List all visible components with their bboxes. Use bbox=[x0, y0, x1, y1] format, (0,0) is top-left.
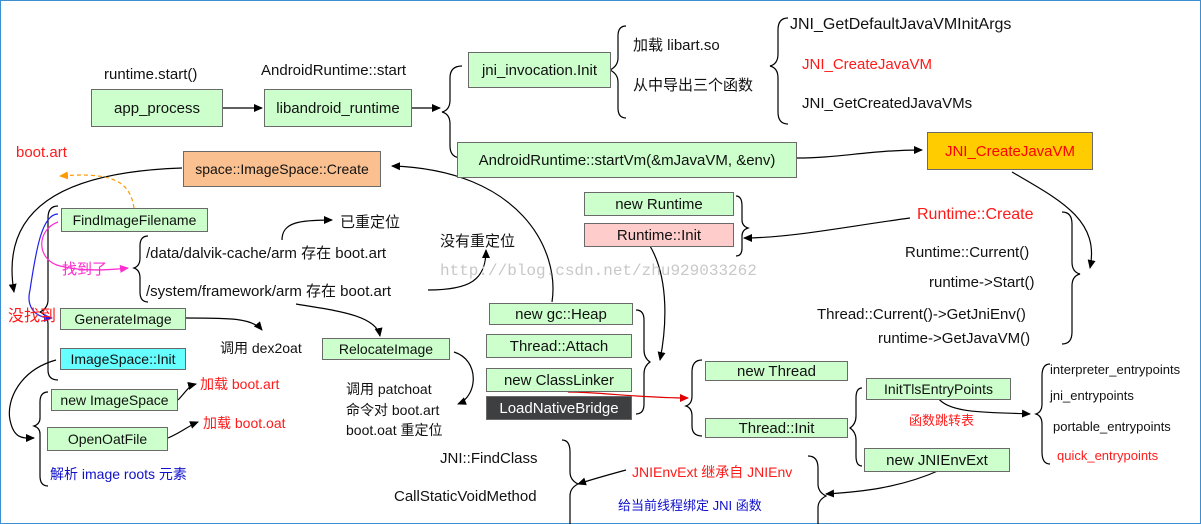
bind-jni-funcs-label: 给当前线程绑定 JNI 函数 bbox=[618, 498, 762, 513]
load-native-bridge-box: LoadNativeBridge bbox=[486, 396, 632, 420]
libandroid-runtime-box: libandroid_runtime bbox=[264, 89, 412, 127]
not-found-label: 没找到 bbox=[8, 308, 57, 325]
runtime-current-label: Runtime::Current() bbox=[905, 244, 1030, 261]
new-class-linker-box: new ClassLinker bbox=[486, 368, 632, 392]
already-relocated-label: 已重定位 bbox=[340, 214, 401, 231]
jni-ep-label: jni_entrypoints bbox=[1050, 388, 1134, 403]
func-jump-table-label: 函数跳转表 bbox=[909, 413, 975, 428]
get-default-args-label: JNI_GetDefaultJavaVMInitArgs bbox=[790, 16, 1012, 33]
new-gc-heap-box: new gc::Heap bbox=[489, 303, 633, 325]
brace-heap-group bbox=[635, 309, 652, 415]
init-tls-entry-points-box: InitTlsEntryPoints bbox=[866, 378, 1011, 400]
generate-image-box: GenerateImage bbox=[60, 308, 186, 330]
get-javavm-label: runtime->GetJavaVM() bbox=[878, 330, 1031, 347]
brace-jni-invocation bbox=[608, 25, 627, 119]
android-runtime-start-label: AndroidRuntime::start bbox=[261, 62, 407, 79]
brace-left-main bbox=[38, 205, 59, 381]
load-boot-art-label: 加载 boot.art bbox=[200, 376, 280, 392]
get-created-vms-label: JNI_GetCreatedJavaVMs bbox=[802, 95, 973, 112]
patchoat-line3: boot.oat 重定位 bbox=[346, 422, 443, 438]
arrow-runtime-create-left bbox=[743, 217, 911, 242]
jni-env-ext-inherit-label: JNIEnvExt 继承自 JNIEnv bbox=[632, 464, 793, 480]
patchoat-line1: 调用 patchoat bbox=[346, 381, 432, 397]
call-static-void-label: CallStaticVoidMethod bbox=[394, 488, 537, 505]
portable-ep-label: portable_entrypoints bbox=[1053, 419, 1171, 434]
runtime-start-label: runtime.start() bbox=[104, 66, 198, 83]
load-boot-oat-label: 加载 boot.oat bbox=[203, 415, 286, 431]
quick-ep-label: quick_entrypoints bbox=[1057, 448, 1159, 463]
boot-art-label: boot.art bbox=[16, 144, 67, 161]
brace-runtime bbox=[735, 195, 750, 257]
new-image-space-box: new ImageSpace bbox=[51, 389, 178, 411]
start-vm-box: AndroidRuntime::startVm(&mJavaVM, &env) bbox=[457, 142, 797, 178]
image-space-init-box: ImageSpace::Init bbox=[60, 348, 186, 370]
found-label: 找到了 bbox=[62, 261, 108, 278]
brace-runtime-create-list bbox=[1061, 211, 1081, 345]
brace-entrypoints bbox=[1034, 363, 1051, 465]
patchoat-line2: 命令对 boot.art bbox=[346, 402, 440, 418]
jni-invocation-init-box: jni_invocation.Init bbox=[468, 52, 611, 88]
system-framework-path: /system/framework/arm 存在 boot.art bbox=[146, 283, 392, 300]
runtime-start-call-label: runtime->Start() bbox=[929, 274, 1035, 291]
app-process-box: app_process bbox=[91, 89, 223, 127]
runtime-init-box: Runtime::Init bbox=[584, 223, 734, 247]
export-three-label: 从中导出三个函数 bbox=[633, 77, 754, 94]
thread-attach-box: Thread::Attach bbox=[486, 334, 632, 358]
find-image-filename-box: FindImageFilename bbox=[61, 208, 208, 232]
not-relocated-label: 没有重定位 bbox=[440, 233, 516, 250]
jni-find-class-label: JNI::FindClass bbox=[440, 450, 538, 467]
jni-create-javavm-box: JNI_CreateJavaVM bbox=[927, 132, 1093, 170]
arrow-to-dex2oat bbox=[185, 317, 263, 331]
new-thread-box: new Thread bbox=[705, 361, 848, 381]
arrow-envext-left bbox=[577, 469, 627, 486]
brace-bottom-left bbox=[561, 439, 580, 524]
relocate-image-box: RelocateImage bbox=[322, 338, 450, 360]
image-space-create-box: space::ImageSpace::Create bbox=[183, 151, 381, 187]
open-oat-file-box: OpenOatFile bbox=[47, 427, 168, 451]
brace-bottom-right bbox=[807, 455, 828, 524]
arrow-to-relocate bbox=[295, 303, 383, 337]
brace-thread bbox=[684, 359, 703, 437]
new-jni-env-ext-box: new JNIEnvExt bbox=[864, 448, 1010, 472]
brace-thread-init bbox=[848, 387, 863, 467]
get-jni-env-label: Thread::Current()->GetJniEnv() bbox=[817, 306, 1026, 323]
new-runtime-box: new Runtime bbox=[584, 192, 734, 216]
call-dex2oat-label: 调用 dex2oat bbox=[220, 340, 302, 356]
arrow-startvm-to-create bbox=[796, 146, 923, 159]
brace-three-functions bbox=[769, 17, 789, 125]
runtime-create-label: Runtime::Create bbox=[917, 206, 1034, 223]
watermark: http://blog.csdn.net/zhu929033262 bbox=[440, 262, 757, 280]
arrow-to-load-boot-oat bbox=[167, 421, 199, 439]
arrow-orange-boot-art bbox=[59, 171, 135, 209]
arrow-to-load-boot-art bbox=[177, 382, 197, 401]
create-javavm-red-label: JNI_CreateJavaVM bbox=[802, 56, 933, 73]
dalvik-cache-path: /data/dalvik-cache/arm 存在 boot.art bbox=[146, 245, 387, 262]
arrow-to-relocated bbox=[281, 216, 333, 241]
interpreter-ep-label: interpreter_entrypoints bbox=[1050, 362, 1181, 377]
brace-imagespace-init bbox=[32, 391, 49, 487]
parse-image-roots-label: 解析 image roots 元素 bbox=[50, 466, 187, 482]
thread-init-box: Thread::Init bbox=[705, 418, 848, 438]
arrow-jnienvext-down bbox=[825, 469, 941, 498]
load-libart-label: 加载 libart.so bbox=[633, 37, 720, 54]
arrow-relocate-to-patchoat bbox=[453, 351, 474, 405]
